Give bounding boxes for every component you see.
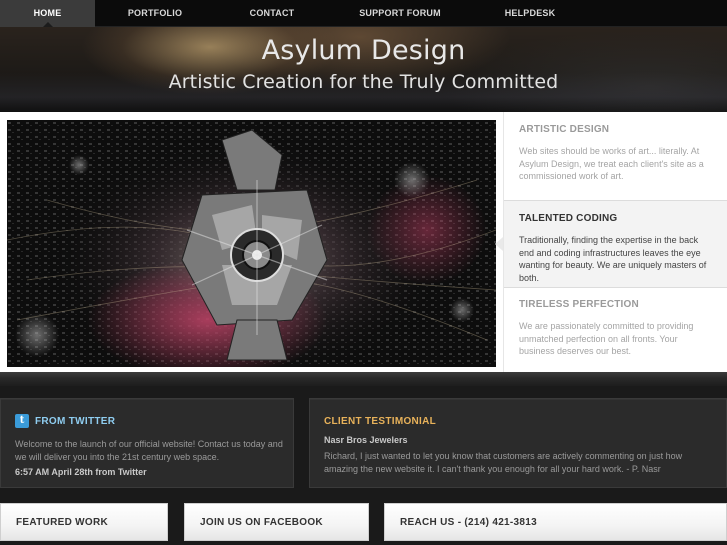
site-title[interactable]: Asylum Design bbox=[0, 35, 727, 66]
twitter-header: t FROM TWITTER bbox=[15, 414, 115, 428]
nav-helpdesk[interactable]: HELPDESK bbox=[485, 0, 575, 27]
tweet-text: Welcome to the launch of our official we… bbox=[15, 439, 283, 462]
site-header: Asylum Design Artistic Creation for the … bbox=[0, 27, 727, 112]
top-nav: HOME PORTFOLIO CONTACT SUPPORT FORUM HEL… bbox=[0, 0, 727, 27]
feature-area: ARTISTIC DESIGN Web sites should be work… bbox=[0, 112, 727, 372]
nav-support-forum[interactable]: SUPPORT FORUM bbox=[345, 0, 455, 27]
separator-band bbox=[0, 372, 727, 386]
feature-title: TALENTED CODING bbox=[519, 213, 618, 224]
twitter-icon[interactable]: t bbox=[15, 414, 29, 428]
testimonial-header: CLIENT TESTIMONIAL bbox=[324, 414, 436, 428]
feature-tireless-perfection[interactable]: TIRELESS PERFECTION We are passionately … bbox=[504, 287, 727, 372]
twitter-panel: t FROM TWITTER Welcome to the launch of … bbox=[0, 398, 294, 488]
artwork-image bbox=[7, 120, 496, 367]
feature-text: We are passionately committed to providi… bbox=[519, 321, 694, 357]
testimonial-client: Nasr Bros Jewelers bbox=[324, 435, 408, 445]
facebook-button[interactable]: JOIN US ON FACEBOOK bbox=[184, 503, 369, 541]
nav-contact[interactable]: CONTACT bbox=[228, 0, 316, 27]
features-list: ARTISTIC DESIGN Web sites should be work… bbox=[495, 112, 727, 372]
feature-talented-coding[interactable]: TALENTED CODING Traditionally, finding t… bbox=[495, 200, 727, 288]
testimonial-panel: CLIENT TESTIMONIAL Nasr Bros Jewelers Ri… bbox=[309, 398, 727, 488]
feature-artistic-design[interactable]: ARTISTIC DESIGN Web sites should be work… bbox=[504, 112, 727, 200]
testimonial-text: Richard, I just wanted to let you know t… bbox=[324, 451, 683, 474]
nav-home[interactable]: HOME bbox=[0, 0, 95, 27]
feature-text: Web sites should be works of art... lite… bbox=[519, 146, 704, 182]
feature-text: Traditionally, finding the expertise in … bbox=[519, 235, 707, 283]
reach-us-button[interactable]: REACH US - (214) 421-3813 bbox=[384, 503, 727, 541]
site-tagline: Artistic Creation for the Truly Committe… bbox=[168, 71, 559, 93]
nav-portfolio[interactable]: PORTFOLIO bbox=[110, 0, 200, 27]
feature-title: TIRELESS PERFECTION bbox=[519, 299, 639, 310]
twitter-title: FROM TWITTER bbox=[35, 415, 116, 427]
feature-title: ARTISTIC DESIGN bbox=[519, 124, 610, 135]
featured-work-button[interactable]: FEATURED WORK bbox=[0, 503, 168, 541]
testimonial-title: CLIENT TESTIMONIAL bbox=[324, 415, 437, 427]
feature-artwork bbox=[7, 120, 496, 367]
tweet-timestamp[interactable]: 6:57 AM April 28th from Twitter bbox=[15, 467, 147, 477]
